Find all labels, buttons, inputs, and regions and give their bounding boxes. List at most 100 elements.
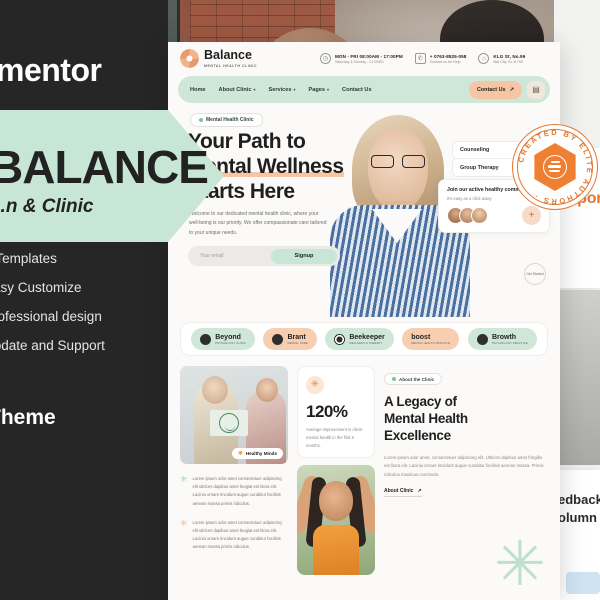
avatar <box>471 207 488 224</box>
nav-links: Home About Clinic ▾ Services ▾ Pages ▾ C… <box>190 87 469 93</box>
therapist-head <box>202 376 228 404</box>
about-paragraph: Lorem ipsum odor amet, consectetuer adip… <box>384 454 544 477</box>
hero-section: Mental Health Clinic Your Path to Mental… <box>168 103 560 318</box>
therapy-session-photo: ✳ Healthy Minds <box>180 366 288 464</box>
brand-beyond[interactable]: Beyond PSYCHOLOGY CLINIC <box>191 328 255 350</box>
website-mockup: Balance MENTAL HEALTH CLINIC ◷ MON - FRI… <box>168 42 560 600</box>
brand-browth[interactable]: Browth PSYCHOLOGY PRACTICE <box>467 328 537 350</box>
nav-item-label: Pages <box>308 86 326 93</box>
bullet-text: Lorem ipsum odor amet consectetuer adipi… <box>192 519 282 550</box>
about-badge: About the Clinic <box>384 373 443 385</box>
brand-sub: MENTAL HEALTH PRACTICE <box>411 341 451 345</box>
hero-heading-line1: Your Path to <box>188 130 306 153</box>
dot-icon <box>392 377 396 381</box>
asterisk-icon: ✳ <box>180 517 188 528</box>
bullet-item: ✳ Lorem ipsum odor amet consectetuer adi… <box>180 517 288 552</box>
nav-item-pages[interactable]: Pages ▾ <box>309 87 330 93</box>
about-heading-line2: Mental Health <box>384 410 468 426</box>
client-shirt <box>313 525 359 576</box>
brand-sub: PSYCHOLOGY PRACTICE <box>491 341 528 345</box>
about-clinic-label: About Clinic <box>384 488 414 495</box>
bullet-text: Lorem ipsum odor amet consectetuer adipi… <box>192 476 282 506</box>
grid-menu-button[interactable]: ▤ <box>527 80 545 99</box>
brand-name: Brant <box>287 333 306 341</box>
brand-sub: WELLNESS & THERAPY <box>349 341 383 345</box>
stat-card: ✳ 120% Average improvement in client men… <box>297 366 375 459</box>
brant-mark-icon <box>272 333 284 345</box>
joyful-client-photo <box>297 465 375 576</box>
promo-feature-item: Easy Customize <box>0 280 82 295</box>
therapy-column: ✳ Healthy Minds ✳ Lorem ipsum odor amet … <box>180 366 288 575</box>
promo-feature-item: Update and Support <box>0 338 105 353</box>
nav-item-about-clinic[interactable]: About Clinic ▾ <box>219 87 256 93</box>
brand-brant[interactable]: Brant MENTAL CARE <box>263 328 317 350</box>
asterisk-icon: ✳ <box>306 376 324 394</box>
bullet-item: ✳ Lorem ipsum odor amet consectetuer adi… <box>180 475 288 508</box>
badge-bars-icon <box>548 161 562 173</box>
balance-logo-icon <box>180 49 199 68</box>
brand-name: Beekeeper <box>349 333 385 341</box>
logo-name: Balance <box>204 48 252 63</box>
topbar-phone-title: + 0763-8525-058 <box>429 53 467 59</box>
brand-sub: MENTAL CARE <box>287 341 308 345</box>
brand-name: Browth <box>491 333 517 341</box>
healthy-minds-label: Healthy Minds <box>245 451 277 456</box>
promo-feature-list: + Templates Easy Customize Professional … <box>0 244 184 360</box>
phone-icon: ✆ <box>414 53 426 64</box>
brand-beekeeper[interactable]: Beekeeper WELLNESS & THERAPY <box>325 328 394 350</box>
accordion-label: Group Therapy <box>460 164 499 171</box>
topbar-location-title: KLG St, No.99 <box>493 53 526 59</box>
topbar-phone[interactable]: ✆ + 0763-8525-058 Contact us for Help <box>414 53 467 64</box>
promo-theme-word: Theme <box>0 406 56 429</box>
client-head <box>256 378 278 402</box>
brand-boost[interactable]: boost MENTAL HEALTH PRACTICE <box>402 328 460 350</box>
client-face <box>319 481 353 522</box>
brand-name: Beyond <box>215 333 241 341</box>
nav-item-label: Services <box>268 86 292 93</box>
chevron-down-icon: ▾ <box>253 87 256 92</box>
email-input[interactable]: Your email <box>200 253 271 259</box>
smiley-face-icon <box>219 413 239 433</box>
about-clinic-button[interactable]: About Clinic ↗ <box>384 488 422 498</box>
feedback-partial-text: edback <box>558 492 600 507</box>
brand-name: boost <box>411 333 431 341</box>
get-started-circle-button[interactable]: Get Started <box>524 263 546 285</box>
stat-column: ✳ 120% Average improvement in client men… <box>297 366 375 576</box>
topbar-hours-title: MON - FRI 08:00AM - 17:00PM <box>335 53 403 59</box>
site-logo[interactable]: Balance MENTAL HEALTH CLINIC <box>180 49 298 68</box>
dot-icon <box>199 118 203 122</box>
hero-badge-label: Mental Health Clinic <box>206 117 254 123</box>
asterisk-icon: ✳ <box>237 450 243 457</box>
topbar-hours-sub: Saturday & Sunday - CLOSED <box>335 59 384 64</box>
about-heading-line3: Excellence <box>384 427 451 443</box>
healthy-minds-badge: ✳ Healthy Minds <box>231 448 283 459</box>
signup-button[interactable]: Signup <box>271 248 337 264</box>
nav-item-contact-us[interactable]: Contact Us <box>342 87 372 93</box>
volume-partial-text: olumn <box>558 510 597 525</box>
about-badge-label: About the Clinic <box>399 376 435 382</box>
arrow-up-right-icon: ↗ <box>417 488 422 495</box>
location-icon: ⌂ <box>478 53 490 64</box>
contact-us-button[interactable]: Contact Us ↗ <box>469 80 522 99</box>
topbar-location-sub: Mai City, ID 41795 <box>493 59 523 64</box>
smiley-card <box>210 410 248 436</box>
clock-icon: ◷ <box>320 53 331 64</box>
about-heading: A Legacy of Mental Health Excellence <box>384 394 548 445</box>
chevron-down-icon: ▾ <box>293 87 296 92</box>
chevron-down-icon: ▾ <box>327 87 330 92</box>
nav-item-label: Home <box>190 86 206 93</box>
nav-item-services[interactable]: Services ▾ <box>269 87 296 93</box>
site-topbar: Balance MENTAL HEALTH CLINIC ◷ MON - FRI… <box>168 42 560 74</box>
promo-feature-item: Professional design <box>0 309 102 324</box>
promo-feature-item: + Templates <box>0 251 57 266</box>
accordion-label: Counseling <box>460 147 490 153</box>
hero-signup-form: Your email Signup <box>188 246 340 266</box>
topbar-location[interactable]: ⌂ KLG St, No.99 Mai City, ID 41795 <box>478 53 525 64</box>
right-partial-card-grey <box>560 290 600 465</box>
get-started-label: Get Started <box>526 272 544 276</box>
about-heading-line1: A Legacy of <box>384 394 457 409</box>
hero-photo-glasses <box>371 155 425 168</box>
decorative-asterisk-icon: ✳ <box>494 530 546 599</box>
logo-tagline: MENTAL HEALTH CLINIC <box>204 63 257 68</box>
nav-item-home[interactable]: Home <box>190 87 206 93</box>
